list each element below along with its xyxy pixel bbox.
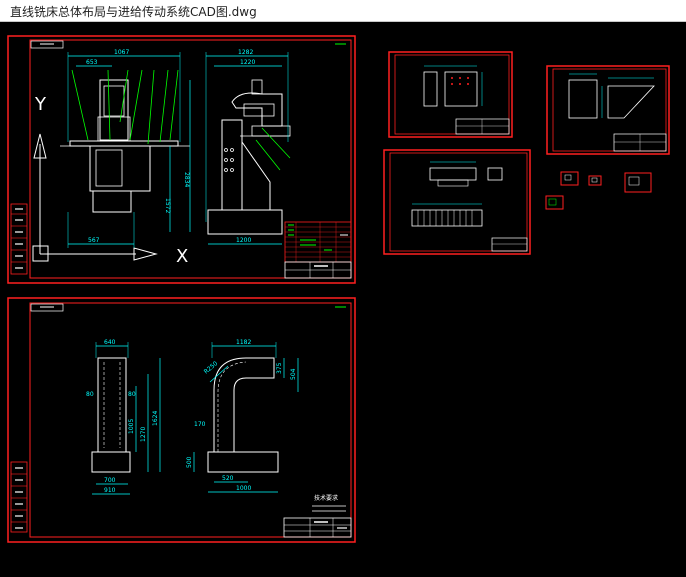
column-height-3-dimension: 1624 (152, 411, 159, 426)
column-height-1-dimension: 1005 (128, 419, 135, 434)
sheet-1-title-block (284, 261, 352, 279)
column-base-2-dimension: 910 (104, 487, 116, 494)
column-front-view: 640 80 80 1005 1270 1624 700 910 (86, 339, 161, 495)
sheet-1-parts-list (284, 221, 352, 263)
side-width-dimension: 1282 (238, 49, 253, 56)
coordinate-axes: Y X (32, 94, 188, 267)
cad-drawing: Y X 1067 653 2834 1572 567 1282 1220 120… (7, 35, 670, 543)
sheet-2-inner-border (29, 302, 352, 538)
front-height-dimension: 2834 (183, 172, 190, 187)
column-side-base-2-dimension: 1000 (236, 485, 251, 492)
sheet-2-outer-border (7, 297, 356, 543)
sheet-1-inner-border (29, 39, 352, 279)
window-title: 直线铣床总体布局与进给传动系统CAD图.dwg (10, 5, 257, 19)
sheet-1-general-layout: Y X 1067 653 2834 1572 567 1282 1220 120… (7, 35, 356, 284)
column-width-dimension: 640 (104, 339, 116, 346)
technical-notes: 技术要求 (312, 494, 346, 512)
column-right-dimension: 80 (128, 391, 136, 398)
sheet-5-part (383, 149, 531, 255)
front-base-dimension: 567 (88, 237, 100, 244)
column-side-notch-2-dimension: 504 (290, 368, 297, 380)
column-side-base-1-dimension: 520 (222, 475, 234, 482)
x-axis-label: X (176, 246, 188, 267)
column-side-left-dimension: 170 (194, 421, 206, 428)
front-mid-dimension: 1572 (164, 198, 171, 213)
sheet-2-side-strip (10, 461, 28, 533)
column-height-2-dimension: 1270 (140, 427, 147, 442)
mini-sheets (545, 171, 652, 210)
side-sub-dimension: 1220 (240, 59, 255, 66)
column-side-view: 1182 R250 375 504 170 500 520 1000 (186, 339, 299, 493)
sheet-3-part (388, 51, 513, 138)
front-sub-dimension: 653 (86, 59, 98, 66)
technical-notes-title: 技术要求 (314, 494, 338, 502)
column-side-foot-dimension: 500 (186, 456, 193, 468)
window-title-bar: 直线铣床总体布局与进给传动系统CAD图.dwg (0, 0, 686, 22)
sheet-4-part (546, 65, 670, 155)
column-left-dimension: 80 (86, 391, 94, 398)
front-width-dimension: 1067 (114, 49, 129, 56)
column-side-top-dimension: 1182 (236, 339, 251, 346)
side-view: 1282 1220 1200 (205, 49, 291, 245)
column-side-notch-dimension: 375 (276, 362, 283, 374)
sheet-2-title-block (283, 517, 352, 538)
x-axis-arrow-icon (133, 247, 158, 261)
sheet-1-side-strip (10, 203, 28, 275)
column-base-1-dimension: 700 (104, 477, 116, 484)
sheet-2-column-detail: 640 80 80 1005 1270 1624 700 910 1182 R2… (7, 297, 356, 543)
front-view: 1067 653 2834 1572 567 (60, 49, 191, 248)
y-axis-label: Y (34, 94, 47, 115)
side-base-dimension: 1200 (236, 237, 251, 244)
cad-drawing-canvas[interactable]: Y X 1067 653 2834 1572 567 1282 1220 120… (0, 22, 686, 577)
